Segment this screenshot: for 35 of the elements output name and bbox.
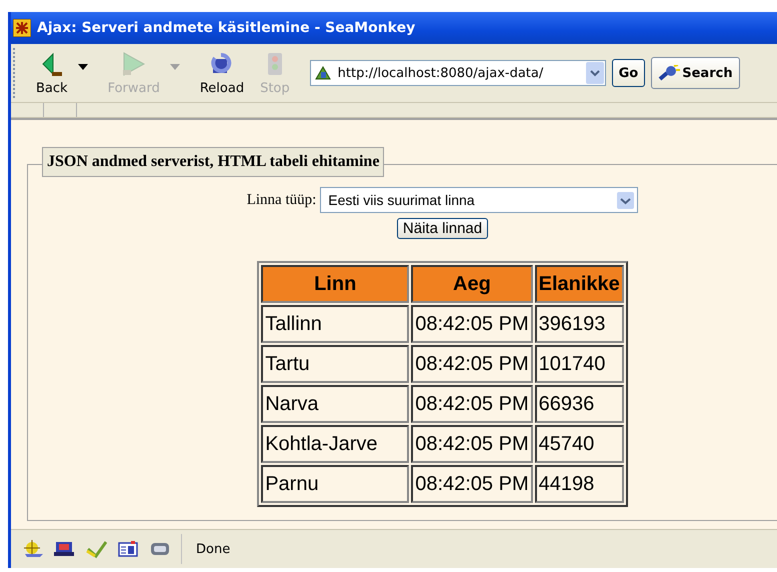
column-header: Aeg [411,265,533,303]
right-arrow-icon [120,50,147,76]
table-cell: 08:42:05 PM [411,385,533,423]
go-button[interactable]: Go [612,59,646,87]
table-cell: Kohtla-Jarve [261,425,410,463]
table-cell: 08:42:05 PM [411,425,533,463]
search-icon [658,65,680,81]
table-cell: 396193 [534,305,624,343]
address-book-icon[interactable] [117,539,139,559]
table-cell: Narva [261,385,410,423]
search-button[interactable]: Search [651,57,740,89]
table-cell: 44198 [534,465,624,503]
window-title: Ajax: Serveri andmete käsitlemine - SeaMonkey [37,20,416,36]
city-type-select[interactable]: Eesti viis suurimat linna [320,187,638,213]
table-cell: Tartu [261,345,410,383]
reload-button[interactable]: Reload [196,48,248,98]
app-icon [13,19,31,37]
group-title: JSON andmed serverist, HTML tabeli ehitamine [42,147,384,177]
table-cell: Parnu [261,465,410,503]
show-cities-button[interactable]: Näita linnad [396,218,488,239]
table-cell: 66936 [534,385,624,423]
table-cell: 08:42:05 PM [411,465,533,503]
status-text: Done [196,542,230,556]
caret-icon[interactable] [78,64,88,70]
table-cell: Tallinn [261,305,410,343]
column-header: Linn [261,265,410,303]
column-header: Elanikke [534,265,624,303]
page-icon [314,65,332,81]
table-cell: 08:42:05 PM [411,345,533,383]
table-cell: 101740 [534,345,624,383]
table-cell: 08:42:05 PM [411,305,533,343]
select-label: Linna tüüp: [246,192,316,208]
back-button[interactable]: Back [32,48,72,98]
table-cell: 45740 [534,425,624,463]
address-field[interactable]: http://localhost:8080/ajax-data/ [310,60,606,86]
